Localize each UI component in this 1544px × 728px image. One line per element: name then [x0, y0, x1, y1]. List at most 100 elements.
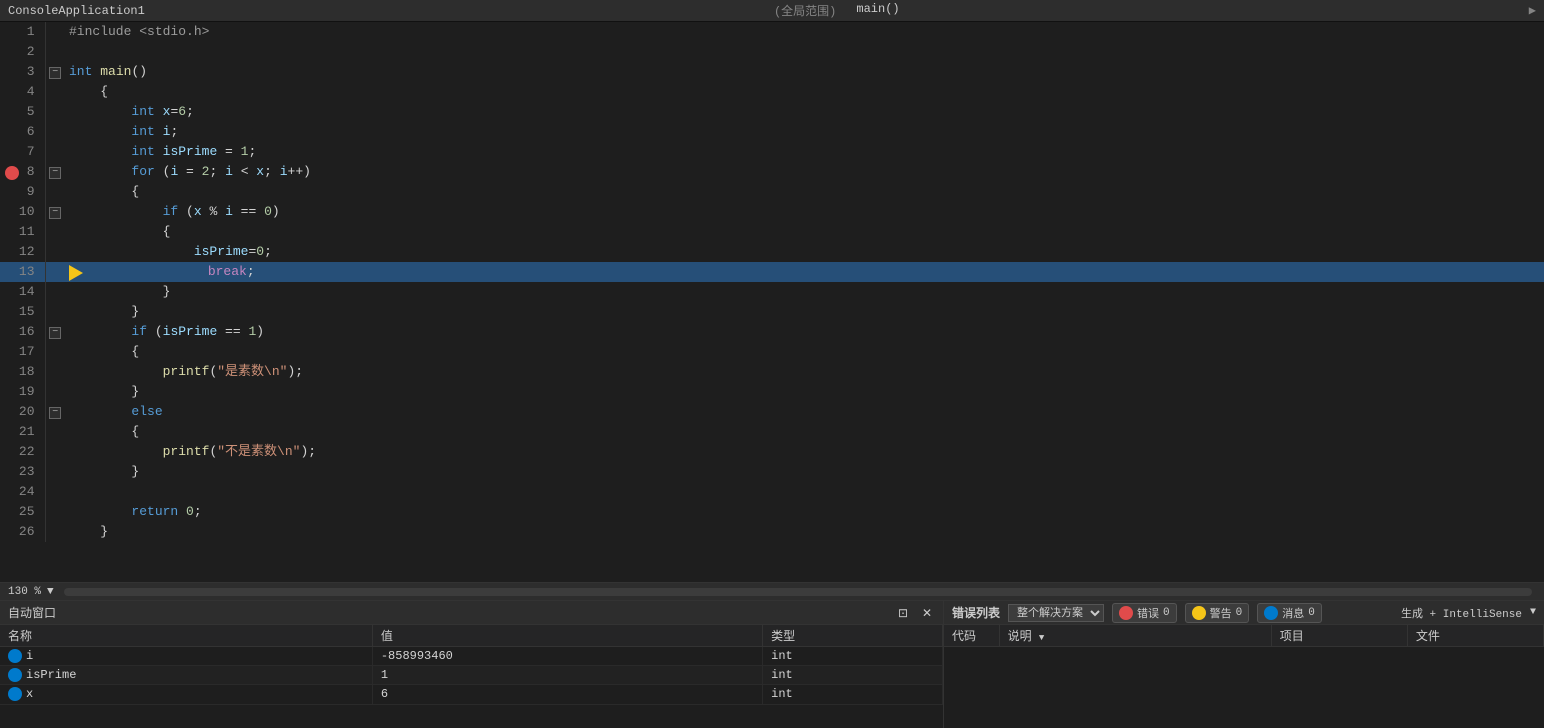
fold-box-icon[interactable]: −	[49, 167, 61, 179]
error-count: 0	[1163, 607, 1170, 619]
code-line-12: 12 isPrime=0;	[0, 242, 1544, 262]
code-line-16: 16− if (isPrime == 1)	[0, 322, 1544, 342]
var-name: x	[0, 685, 372, 704]
code-token: );	[287, 364, 303, 379]
line-number-10: 10	[0, 202, 45, 222]
code-token: isPrime	[163, 144, 218, 159]
code-token	[155, 144, 163, 159]
gutter-16[interactable]: −	[45, 322, 65, 342]
line-number-14: 14	[0, 282, 45, 302]
code-token: #include <stdio.h>	[69, 24, 209, 39]
code-line-20: 20− else	[0, 402, 1544, 422]
line-number-24: 24	[0, 482, 45, 502]
warning-label: 警告	[1210, 605, 1232, 621]
code-token: isPrime	[163, 324, 218, 339]
code-token	[69, 444, 163, 459]
title-bar-center: (全局范围) main()	[145, 2, 1529, 19]
gutter-19	[45, 382, 65, 402]
line-number-22: 22	[0, 442, 45, 462]
build-dropdown-icon[interactable]: ▼	[1530, 607, 1536, 618]
code-content-9: {	[65, 182, 1544, 202]
func-label: main()	[856, 2, 899, 19]
gutter-21	[45, 422, 65, 442]
code-token: ==	[233, 204, 264, 219]
code-line-15: 15 }	[0, 302, 1544, 322]
code-token: x	[194, 204, 202, 219]
gutter-1	[45, 22, 65, 42]
auto-col-0[interactable]: 名称	[0, 625, 372, 647]
auto-table-row: i-858993460int	[0, 647, 943, 666]
line-number-13: 13	[0, 262, 45, 282]
error-list-table: 代码 说明 ▼ 项目 文件	[944, 625, 1544, 647]
code-line-11: 11 {	[0, 222, 1544, 242]
code-content-18: printf("是素数\n");	[65, 362, 1544, 382]
fold-box-icon[interactable]: −	[49, 67, 61, 79]
line-number-15: 15	[0, 302, 45, 322]
code-content-2	[65, 42, 1544, 62]
code-token: {	[69, 344, 139, 359]
code-token: break	[208, 264, 247, 279]
bottom-panels: 自动窗口 ⊡ ✕ 名称值类型i-858993460intisPrime1intx…	[0, 600, 1544, 728]
col-project[interactable]: 项目	[1271, 625, 1407, 647]
code-content-23: }	[65, 462, 1544, 482]
var-name: i	[0, 647, 372, 666]
auto-table-row: x6int	[0, 685, 943, 704]
code-line-21: 21 {	[0, 422, 1544, 442]
code-content-6: int i;	[65, 122, 1544, 142]
message-filter-btn[interactable]: 消息 0	[1257, 603, 1322, 623]
fold-box-icon[interactable]: −	[49, 207, 61, 219]
fold-box-icon[interactable]: −	[49, 327, 61, 339]
code-token	[69, 404, 131, 419]
gutter-10[interactable]: −	[45, 202, 65, 222]
gutter-9	[45, 182, 65, 202]
code-container[interactable]: 1#include <stdio.h>23−int main()4 {5 int…	[0, 22, 1544, 582]
warning-filter-btn[interactable]: 警告 0	[1185, 603, 1250, 623]
zoom-dropdown-icon[interactable]: ▼	[47, 586, 54, 598]
code-token: }	[69, 524, 108, 539]
auto-window-close-btn[interactable]: ✕	[919, 605, 935, 621]
code-token: );	[300, 444, 316, 459]
gutter-26	[45, 522, 65, 542]
col-file[interactable]: 文件	[1407, 625, 1543, 647]
auto-col-1[interactable]: 值	[372, 625, 762, 647]
gutter-8[interactable]: −	[45, 162, 65, 182]
gutter-20[interactable]: −	[45, 402, 65, 422]
code-token: <	[233, 164, 256, 179]
code-content-10: if (x % i == 0)	[65, 202, 1544, 222]
auto-col-2[interactable]: 类型	[763, 625, 943, 647]
gutter-4	[45, 82, 65, 102]
gutter-13	[45, 262, 65, 282]
code-line-23: 23 }	[0, 462, 1544, 482]
fold-box-icon[interactable]: −	[49, 407, 61, 419]
line-number-7: 7	[0, 142, 45, 162]
message-icon	[1264, 606, 1278, 620]
code-token: {	[69, 184, 139, 199]
gutter-14	[45, 282, 65, 302]
auto-window-pin-btn[interactable]: ⊡	[895, 605, 911, 621]
code-token: "不是素数\n"	[217, 444, 300, 459]
code-line-8: 8− for (i = 2; i < x; i++)	[0, 162, 1544, 182]
col-desc[interactable]: 说明 ▼	[999, 625, 1271, 647]
line-number-17: 17	[0, 342, 45, 362]
scope-select[interactable]: 整个解决方案	[1008, 604, 1104, 622]
code-token: ++)	[288, 164, 311, 179]
code-content-8: for (i = 2; i < x; i++)	[65, 162, 1544, 182]
col-code[interactable]: 代码	[944, 625, 999, 647]
warning-count: 0	[1236, 607, 1243, 619]
error-filter-btn[interactable]: 错误 0	[1112, 603, 1177, 623]
error-icon	[1119, 606, 1133, 620]
gutter-22	[45, 442, 65, 462]
code-token: main	[100, 64, 131, 79]
gutter-7	[45, 142, 65, 162]
code-token: i	[225, 164, 233, 179]
code-token	[69, 124, 131, 139]
message-label: 消息	[1282, 605, 1304, 621]
code-token	[69, 104, 131, 119]
line-number-20: 20	[0, 402, 45, 422]
code-token	[69, 364, 163, 379]
gutter-3[interactable]: −	[45, 62, 65, 82]
code-line-4: 4 {	[0, 82, 1544, 102]
var-type: int	[763, 685, 943, 704]
scrollbar-h[interactable]	[64, 588, 1532, 596]
code-token: int	[69, 64, 92, 79]
